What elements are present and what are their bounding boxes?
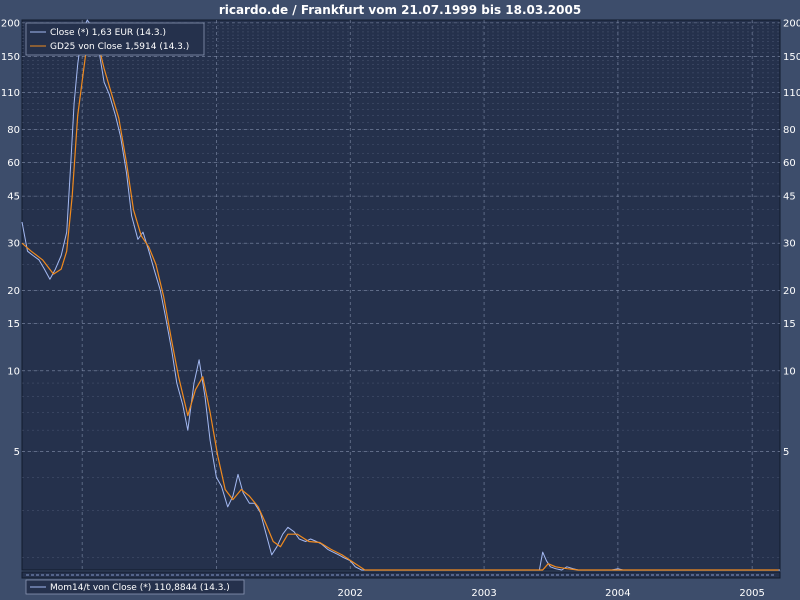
chart-canvas: ricardo.de / Frankfurt vom 21.07.1999 bi…: [1, 3, 800, 599]
y-axis-left: 5 10 15 20 30 45 60 80 110 150 200: [1, 18, 20, 457]
x-tick-label: 2003: [471, 588, 496, 599]
y-tick-label-left: 80: [7, 125, 20, 136]
y-tick-label-right: 60: [783, 158, 796, 169]
y-tick-label-right: 200: [783, 18, 800, 29]
lower-indicator-panel: Mom14/t von Close (*) 110,8844 (14.3.): [21, 571, 781, 595]
y-tick-label-right: 15: [783, 319, 796, 330]
y-tick-label-right: 45: [783, 192, 796, 203]
y-tick-label-left: 45: [7, 192, 20, 203]
x-tick-label: 2005: [739, 588, 764, 599]
x-tick-label: 2004: [605, 588, 630, 599]
y-tick-label-left: 30: [7, 239, 20, 250]
y-tick-label-right: 30: [783, 239, 796, 250]
y-tick-label-right: 20: [783, 286, 796, 297]
y-axis-right: 5 10 15 20 30 45 60 80 110 150 200: [783, 18, 800, 457]
y-tick-label-left: 20: [7, 286, 20, 297]
y-tick-label-right: 110: [783, 88, 800, 99]
y-tick-label-left: 60: [7, 158, 20, 169]
legend-label-close: Close (*) 1,63 EUR (14.3.): [50, 28, 166, 38]
legend-label-gd25: GD25 von Close 1,5914 (14.3.): [50, 42, 189, 52]
y-tick-label-right: 80: [783, 125, 796, 136]
y-tick-label-left: 200: [1, 18, 20, 29]
chart-title: ricardo.de / Frankfurt vom 21.07.1999 bi…: [219, 3, 581, 17]
y-tick-label-left: 150: [1, 52, 20, 63]
y-tick-label-right: 150: [783, 52, 800, 63]
legend: Close (*) 1,63 EUR (14.3.) GD25 von Clos…: [25, 22, 205, 56]
y-tick-label-right: 10: [783, 366, 796, 377]
y-tick-label-left: 10: [7, 366, 20, 377]
plot-area: [21, 19, 781, 571]
x-tick-label: 2002: [337, 588, 362, 599]
x-axis: 2002 2003 2004 2005: [337, 588, 764, 599]
y-tick-label-left: 15: [7, 319, 20, 330]
y-tick-label-left: 5: [14, 447, 20, 458]
y-tick-label-left: 110: [1, 88, 20, 99]
lower-legend-label: Mom14/t von Close (*) 110,8844 (14.3.): [50, 583, 230, 593]
y-tick-label-right: 5: [783, 447, 789, 458]
